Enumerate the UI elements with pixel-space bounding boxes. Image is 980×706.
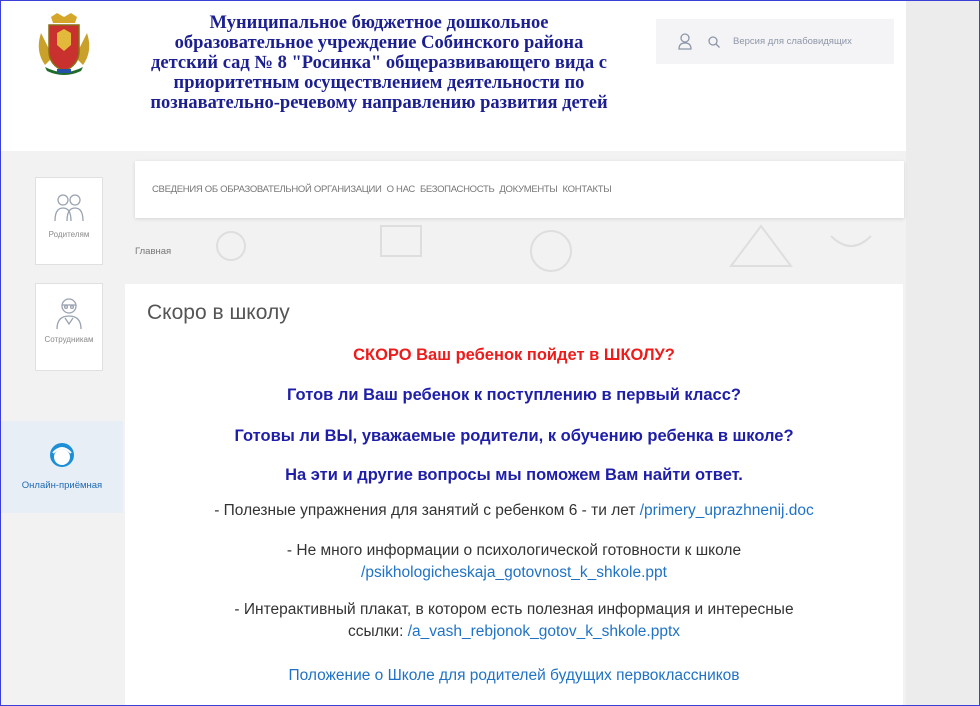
psychological-readiness-link[interactable]: /psikhologicheskaja_gotovnost_k_shkole.p… (361, 564, 667, 582)
parents-icon (54, 194, 84, 222)
main-content: Скоро в школу СКОРО Ваш ребенок пойдет в… (125, 284, 903, 705)
header-tools: Версия для слабовидящих (656, 19, 894, 64)
headline-question-2: Готовы ли ВЫ, уважаемые родители, к обуч… (234, 427, 794, 445)
organization-name: Муниципальное бюджетное дошкольное образ… (129, 13, 629, 113)
right-background-strip (906, 1, 979, 705)
interactive-poster-link[interactable]: /a_vash_rebjonok_gotov_k_shkole.pptx (408, 623, 680, 640)
page-frame: Муниципальное бюджетное дошкольное образ… (0, 0, 980, 706)
coat-of-arms-logo[interactable] (35, 11, 93, 77)
org-name-line: Муниципальное бюджетное дошкольное (209, 13, 549, 33)
nav-item-security[interactable]: БЕЗОПАСНОСТЬ (420, 184, 495, 195)
list-item: - Не много информации о психологической … (125, 542, 903, 582)
org-name-line: детский сад № 8 "Росинка" общеразвивающе… (151, 53, 607, 73)
main-navigation: СВЕДЕНИЯ ОБ ОБРАЗОВАТЕЛЬНОЙ ОРГАНИЗАЦИИ … (135, 161, 904, 218)
sidebar-item-parents[interactable]: Родителям (35, 177, 103, 265)
user-icon[interactable] (677, 33, 693, 51)
list-item: - Интерактивный плакат, в котором есть п… (125, 601, 903, 641)
nav-item-contacts[interactable]: КОНТАКТЫ (563, 184, 612, 195)
search-icon[interactable] (707, 35, 721, 49)
sidebar-item-label: Онлайн-приёмная (21, 480, 103, 491)
sidebar-item-staff[interactable]: Сотрудникам (35, 283, 103, 371)
org-name-line: образовательное учреждение Собинского ра… (174, 33, 584, 53)
background-pattern (216, 224, 872, 272)
sidebar-item-label: Родителям (48, 230, 90, 239)
list-item: Положение о Школе для родителей будущих … (125, 667, 903, 685)
school-regulation-link[interactable]: Положение о Школе для родителей будущих … (288, 667, 739, 684)
staff-icon (56, 298, 82, 330)
headline-question-1: Готов ли Ваш ребенок к поступлению в пер… (287, 386, 741, 404)
nav-item-organization-info[interactable]: СВЕДЕНИЯ ОБ ОБРАЗОВАТЕЛЬНОЙ ОРГАНИЗАЦИИ (152, 184, 382, 195)
item-text: - Не много информации о психологической … (286, 542, 742, 559)
org-name-line: познавательно-речевому направлению разви… (150, 93, 608, 113)
item-text: - Интерактивный плакат, в котором есть п… (234, 601, 794, 618)
sidebar-item-online-reception[interactable]: Онлайн-приёмная (1, 421, 123, 513)
nav-item-documents[interactable]: ДОКУМЕНТЫ (499, 184, 557, 195)
headline-question-3: На эти и другие вопросы мы поможем Вам н… (285, 466, 743, 484)
nav-item-about[interactable]: О НАС (387, 184, 416, 195)
exercises-doc-link[interactable]: /primery_uprazhnenij.doc (640, 502, 814, 519)
page-title: Скоро в школу (147, 301, 290, 324)
headline-red: СКОРО Ваш ребенок пойдет в ШКОЛУ? (353, 346, 675, 364)
sidebar-item-label: Сотрудникам (44, 335, 94, 344)
list-item: - Полезные упражнения для занятий с ребе… (125, 502, 903, 520)
org-name-line: приоритетным осуществлением деятельности… (173, 73, 585, 93)
item-text: ссылки: (347, 623, 408, 640)
site-header: Муниципальное бюджетное дошкольное образ… (1, 1, 906, 151)
item-text: - Полезные упражнения для занятий с ребе… (214, 502, 640, 519)
breadcrumb[interactable]: Главная (135, 246, 171, 257)
online-reception-icon (50, 443, 74, 467)
vision-impaired-version-link[interactable]: Версия для слабовидящих (733, 36, 852, 47)
